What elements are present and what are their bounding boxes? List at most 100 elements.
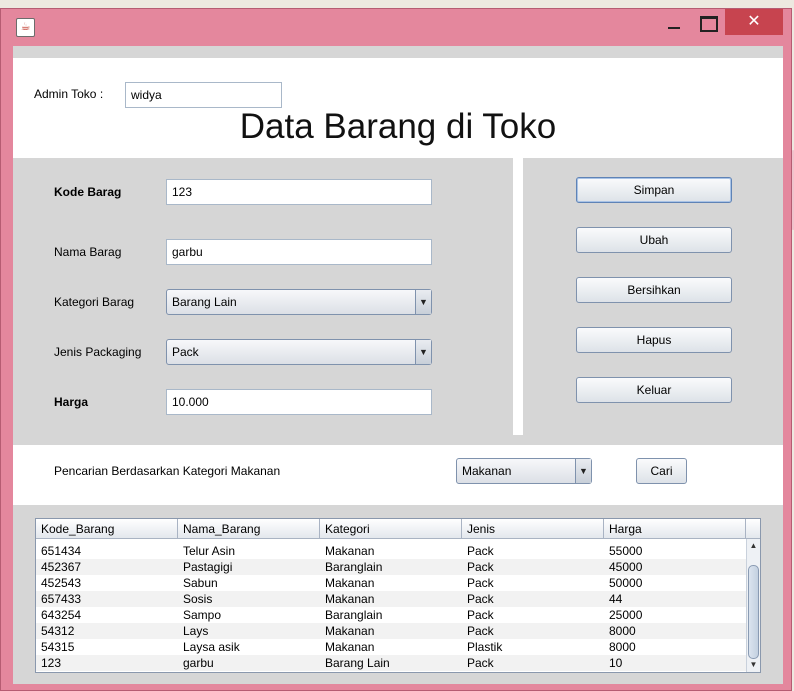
table-cell: Makanan	[325, 576, 375, 590]
header-corner	[746, 519, 760, 539]
table-cell: 45000	[609, 560, 643, 574]
app-window: ☕ ✕ Admin Toko : widya Data Barang di To…	[0, 8, 792, 691]
keluar-button[interactable]: Keluar	[576, 377, 732, 403]
admin-field[interactable]: widya	[125, 82, 282, 108]
vertical-scrollbar[interactable]: ▲ ▼	[746, 539, 760, 672]
table-cell: Makanan	[325, 544, 375, 558]
kategori-label: Kategori Barag	[54, 295, 135, 309]
hapus-button[interactable]: Hapus	[576, 327, 732, 353]
form-panel: Kode Barag 123 Nama Barag garbu Kategori…	[13, 158, 513, 435]
kategori-selected: Barang Lain	[172, 295, 237, 309]
minimize-button[interactable]	[660, 13, 688, 33]
scroll-down-arrow-icon[interactable]: ▼	[747, 658, 760, 672]
table-cell: Baranglain	[325, 608, 383, 622]
table-cell: Barang Lain	[325, 656, 390, 670]
page-title: Data Barang di Toko	[239, 107, 557, 146]
table-cell: Pastagigi	[183, 560, 233, 574]
table-cell: Telur Asin	[183, 544, 236, 558]
column-header[interactable]: Harga	[604, 519, 746, 539]
search-panel: Pencarian Berdasarkan Kategori Makanan M…	[13, 445, 783, 505]
table-row[interactable]: 452543 Sabun Makanan Pack 50000	[36, 575, 746, 591]
table-cell: Plastik	[467, 640, 503, 654]
table-cell: 44	[609, 592, 623, 606]
kategori-select[interactable]: Barang Lain ▼	[166, 289, 432, 315]
table-cell: 10	[609, 656, 623, 670]
harga-label: Harga	[54, 395, 89, 409]
table-cell: Sosis	[183, 592, 213, 606]
close-button[interactable]: ✕	[725, 9, 783, 35]
table-cell: 55000	[609, 544, 643, 558]
panel-divider	[513, 158, 523, 435]
table-cell: 657433	[41, 592, 82, 606]
table-row[interactable]: 452367 Pastagigi Baranglain Pack 45000	[36, 559, 746, 575]
table-cell: 651434	[41, 544, 82, 558]
table-body[interactable]: 651434 Telur Asin Makanan Pack 55000 452367 Pa…	[36, 543, 746, 672]
bersihkan-button[interactable]: Bersihkan	[576, 277, 732, 303]
harga-field[interactable]: 10.000	[166, 389, 432, 415]
search-label: Pencarian Berdasarkan Kategori Makanan	[54, 464, 281, 478]
table-cell: Pack	[467, 608, 494, 622]
table-row[interactable]: 657433 Sosis Makanan Pack 44	[36, 591, 746, 607]
button-panel: Simpan Ubah Bersihkan Hapus Keluar	[523, 158, 783, 435]
table-row[interactable]: 54315 Laysa asik Makanan Plastik 8000	[36, 639, 746, 655]
ubah-button[interactable]: Ubah	[576, 227, 732, 253]
nama-field[interactable]: garbu	[166, 239, 432, 265]
admin-label: Admin Toko :	[34, 87, 104, 101]
table-cell: 8000	[609, 640, 636, 654]
table-cell: Pack	[467, 592, 494, 606]
search-category-select[interactable]: Makanan ▼	[456, 458, 592, 484]
table-row[interactable]: 651434 Telur Asin Makanan Pack 55000	[36, 543, 746, 559]
table-panel: Kode_Barang Nama_Barang Kategori Jenis Harga…	[13, 505, 783, 684]
table-cell: 643254	[41, 608, 82, 622]
scroll-up-arrow-icon[interactable]: ▲	[747, 539, 760, 553]
table-cell: Pack	[467, 576, 494, 590]
column-header[interactable]: Kategori	[320, 519, 462, 539]
cari-button[interactable]: Cari	[636, 458, 687, 484]
java-icon[interactable]: ☕	[16, 18, 35, 37]
header-panel: Admin Toko : widya Data Barang di Toko	[13, 58, 783, 158]
table-header: Kode_Barang Nama_Barang Kategori Jenis Harga	[36, 519, 746, 539]
table-cell: Pack	[467, 624, 494, 638]
table-cell: 8000	[609, 624, 636, 638]
table-cell: 54315	[41, 640, 75, 654]
table-row[interactable]: 54312 Lays Makanan Pack 8000	[36, 623, 746, 639]
table-cell: Makanan	[325, 640, 375, 654]
chevron-down-icon[interactable]: ▼	[415, 340, 431, 364]
nama-label: Nama Barag	[54, 245, 122, 259]
content-pane: Admin Toko : widya Data Barang di Toko K…	[13, 46, 783, 684]
chevron-down-icon[interactable]: ▼	[415, 290, 431, 314]
column-header[interactable]: Kode_Barang	[36, 519, 178, 539]
table-cell: Laysa asik	[183, 640, 240, 654]
table-cell: Pack	[467, 544, 494, 558]
chevron-down-icon[interactable]: ▼	[575, 459, 591, 483]
table-cell: 25000	[609, 608, 643, 622]
table-cell: Sampo	[183, 608, 222, 622]
table-cell: Pack	[467, 656, 494, 670]
table-cell: 54312	[41, 624, 75, 638]
table-row[interactable]: 643254 Sampo Baranglain Pack 25000	[36, 607, 746, 623]
kode-label: Kode Barag	[54, 185, 122, 199]
column-header[interactable]: Jenis	[462, 519, 604, 539]
table-cell: 50000	[609, 576, 643, 590]
maximize-button[interactable]	[693, 13, 721, 33]
table-cell: 452543	[41, 576, 82, 590]
jenis-select[interactable]: Pack ▼	[166, 339, 432, 365]
table-row[interactable]: 123 garbu Barang Lain Pack 10	[36, 655, 746, 671]
table-cell: Makanan	[325, 592, 375, 606]
kode-field[interactable]: 123	[166, 179, 432, 205]
title-bar[interactable]: ☕ ✕	[1, 9, 791, 45]
table-cell: Makanan	[325, 624, 375, 638]
table-cell: Lays	[183, 624, 209, 638]
jenis-selected: Pack	[172, 345, 199, 359]
table-cell: garbu	[183, 656, 214, 670]
search-selected: Makanan	[462, 464, 512, 478]
simpan-button[interactable]: Simpan	[576, 177, 732, 203]
table-cell: Sabun	[183, 576, 218, 590]
table-cell: Baranglain	[325, 560, 383, 574]
jenis-label: Jenis Packaging	[54, 345, 142, 359]
scrollbar-thumb[interactable]	[748, 565, 759, 659]
column-header[interactable]: Nama_Barang	[178, 519, 320, 539]
data-table[interactable]: Kode_Barang Nama_Barang Kategori Jenis Harga…	[35, 518, 761, 673]
table-cell: 123	[41, 656, 62, 670]
table-cell: Pack	[467, 560, 494, 574]
